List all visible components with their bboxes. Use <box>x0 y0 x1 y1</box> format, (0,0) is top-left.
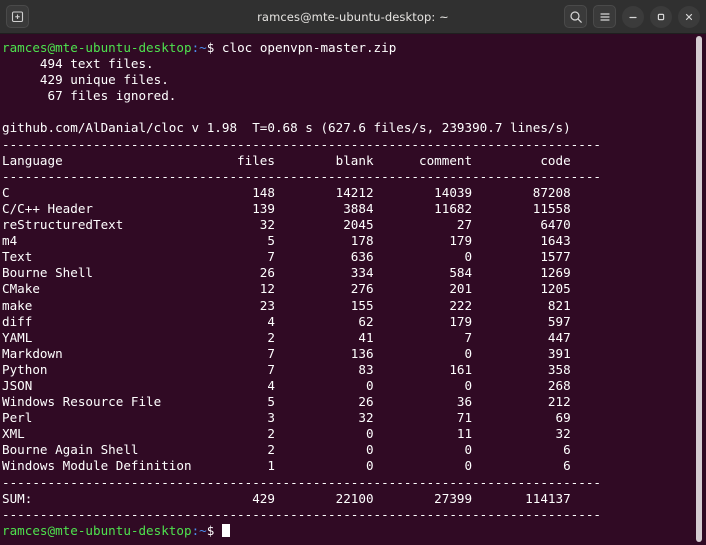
table-row: C/C++ Header 139 3884 11682 11558 <box>2 201 706 217</box>
new-tab-button[interactable] <box>6 5 29 28</box>
row-text: CMake 12 276 201 1205 <box>2 281 571 297</box>
row-text: m4 5 178 179 1643 <box>2 233 571 249</box>
prompt-path: :~ <box>191 522 207 538</box>
row-text: Text 7 636 0 1577 <box>2 249 571 265</box>
terminal-body[interactable]: ramces@mte-ubuntu-desktop:~$ cloc openvp… <box>0 34 706 545</box>
scrollbar-thumb[interactable] <box>696 36 702 542</box>
row-text: SUM: 429 22100 27399 114137 <box>2 490 571 506</box>
table-row: Bourne Again Shell 2 0 0 6 <box>2 442 706 458</box>
preamble-line: 67 files ignored. <box>2 88 706 104</box>
close-icon <box>685 13 693 20</box>
row-text: Windows Resource File 5 26 36 212 <box>2 394 571 410</box>
table-row: diff 4 62 179 597 <box>2 314 706 330</box>
prompt-user-host: ramces@mte-ubuntu-desktop <box>2 40 192 55</box>
close-button[interactable] <box>678 5 700 28</box>
row-text: Bourne Shell 26 334 584 1269 <box>2 265 571 281</box>
table-header-row: Language files blank comment code <box>2 153 706 169</box>
minimize-icon <box>629 16 637 18</box>
titlebar-left-controls <box>6 5 29 28</box>
table-row: Bourne Shell 26 334 584 1269 <box>2 265 706 281</box>
table-row: Python 7 83 161 358 <box>2 362 706 378</box>
row-text: Windows Module Definition 1 0 0 6 <box>2 458 571 474</box>
preamble-text: 67 files ignored. <box>2 88 177 104</box>
row-text: JSON 4 0 0 268 <box>2 377 571 393</box>
separator-text: ----------------------------------------… <box>2 474 601 490</box>
minimize-button[interactable] <box>622 5 644 28</box>
row-text: XML 2 0 11 32 <box>2 426 571 442</box>
hamburger-menu-icon <box>599 12 610 21</box>
row-text: C 148 14212 14039 87208 <box>2 184 571 200</box>
separator-text: ----------------------------------------… <box>2 136 601 152</box>
row-text: Perl 3 32 71 69 <box>2 410 571 426</box>
table-row: CMake 12 276 201 1205 <box>2 281 706 297</box>
preamble-text: 429 unique files. <box>2 72 169 88</box>
titlebar-right-controls <box>564 5 700 28</box>
version-text: github.com/AlDanial/cloc v 1.98 T=0.68 s… <box>2 120 571 136</box>
separator-line: ----------------------------------------… <box>2 137 706 153</box>
separator-text: ----------------------------------------… <box>2 506 601 522</box>
table-row: reStructuredText 32 2045 27 6470 <box>2 217 706 233</box>
prompt-symbol: $ <box>206 522 222 538</box>
table-row: Windows Module Definition 1 0 0 6 <box>2 458 706 474</box>
row-text: diff 4 62 179 597 <box>2 313 571 329</box>
command-line: ramces@mte-ubuntu-desktop:~$ cloc openvp… <box>2 40 706 56</box>
table-row: Perl 3 32 71 69 <box>2 410 706 426</box>
row-text: Language files blank comment code <box>2 152 571 168</box>
table-row: JSON 4 0 0 268 <box>2 378 706 394</box>
prompt-user-host: ramces@mte-ubuntu-desktop <box>2 522 192 538</box>
maximize-icon <box>657 13 665 20</box>
title-bar: ramces@mte-ubuntu-desktop: ~ <box>0 0 706 34</box>
table-row: Windows Resource File 5 26 36 212 <box>2 394 706 410</box>
typed-command: cloc openvpn-master.zip <box>221 40 397 55</box>
table-sum-row: SUM: 429 22100 27399 114137 <box>2 491 706 507</box>
row-text: make 23 155 222 821 <box>2 297 571 313</box>
table-row: C 148 14212 14039 87208 <box>2 185 706 201</box>
table-row: m4 5 178 179 1643 <box>2 233 706 249</box>
separator-line: ----------------------------------------… <box>2 169 706 185</box>
row-text: Python 7 83 161 358 <box>2 361 571 377</box>
separator-text: ----------------------------------------… <box>2 168 601 184</box>
new-tab-icon <box>11 11 24 23</box>
search-button[interactable] <box>564 5 587 28</box>
terminal-scrollbar[interactable] <box>696 34 702 545</box>
version-line: github.com/AlDanial/cloc v 1.98 T=0.68 s… <box>2 120 706 136</box>
terminal-window: ramces@mte-ubuntu-desktop: ~ ramces@mte-… <box>0 0 706 545</box>
preamble-line: 494 text files. <box>2 56 706 72</box>
preamble-text: 494 text files. <box>2 56 154 72</box>
table-row: make 23 155 222 821 <box>2 298 706 314</box>
separator-line: ----------------------------------------… <box>2 475 706 491</box>
table-row: XML 2 0 11 32 <box>2 426 706 442</box>
preamble-line: 429 unique files. <box>2 72 706 88</box>
row-text: Bourne Again Shell 2 0 0 6 <box>2 442 571 458</box>
prompt-symbol: $ <box>206 40 222 55</box>
row-text: Markdown 7 136 0 391 <box>2 345 571 361</box>
menu-button[interactable] <box>593 5 616 28</box>
row-text: YAML 2 41 7 447 <box>2 329 571 345</box>
table-row: Text 7 636 0 1577 <box>2 249 706 265</box>
terminal-output: ramces@mte-ubuntu-desktop:~$ cloc openvp… <box>2 40 706 539</box>
table-row: Markdown 7 136 0 391 <box>2 346 706 362</box>
table-row: YAML 2 41 7 447 <box>2 330 706 346</box>
terminal-cursor <box>221 523 230 537</box>
row-text: C/C++ Header 139 3884 11682 11558 <box>2 200 571 216</box>
prompt-line: ramces@mte-ubuntu-desktop:~$ <box>2 523 706 539</box>
maximize-button[interactable] <box>650 5 672 28</box>
separator-line: ----------------------------------------… <box>2 507 706 523</box>
search-icon <box>569 10 582 23</box>
prompt-path: :~ <box>191 40 207 55</box>
row-text: reStructuredText 32 2045 27 6470 <box>2 217 571 233</box>
